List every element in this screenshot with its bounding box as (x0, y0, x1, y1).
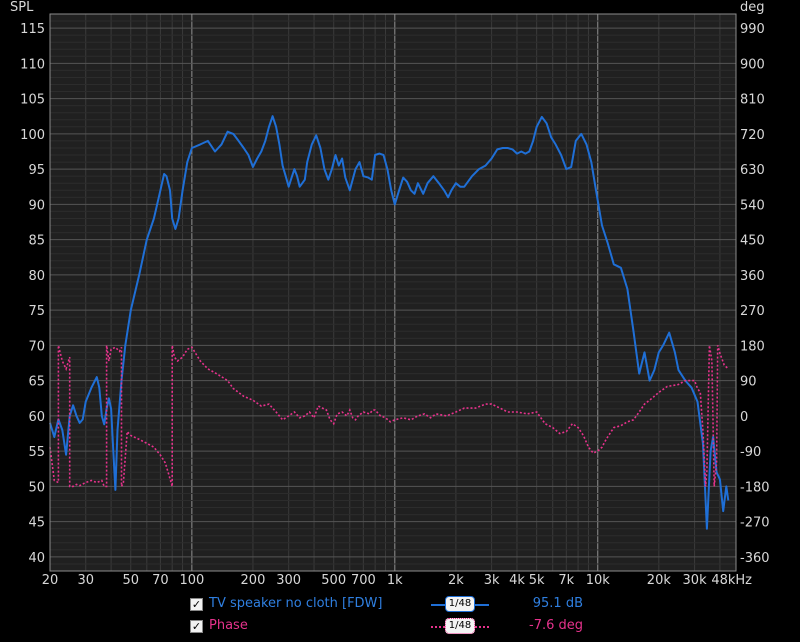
y-left-tick-label: 55 (28, 445, 45, 460)
spl-smoothing-control[interactable]: 1/48 (431, 596, 489, 612)
y-left-tick-label: 95 (28, 163, 45, 178)
x-tick-label: 30 (77, 573, 94, 588)
x-tick-label: 700 (351, 573, 376, 588)
x-tick-label: 48kHz (711, 573, 752, 588)
y-right-tick-label: 0 (740, 410, 748, 425)
legend-row-phase: ✓ Phase 1/48 -7.6 deg (188, 618, 788, 638)
y-left-tick-label: 70 (28, 339, 45, 354)
y-right-tick-label: 270 (740, 304, 765, 319)
phase-line-swatch-right (475, 626, 489, 628)
legend: ✓ TV speaker no cloth [FDW] 1/48 95.1 dB… (188, 596, 788, 638)
y-left-tick-label: 115 (20, 22, 45, 37)
phase-smoothing-numerator: 1 (448, 620, 456, 631)
x-tick-label: 4k (509, 573, 525, 588)
spl-smoothing-numerator: 1 (448, 598, 456, 609)
x-tick-label: 10k (586, 573, 611, 588)
left-axis-unit: SPL (10, 0, 34, 15)
x-tick-label: 2k (448, 573, 464, 588)
y-right-tick-label: 360 (740, 269, 765, 284)
legend-row-spl: ✓ TV speaker no cloth [FDW] 1/48 95.1 dB (188, 596, 788, 616)
y-right-tick-label: 450 (740, 234, 765, 249)
y-right-tick-label: 900 (740, 57, 765, 72)
phase-cursor-value: -7.6 deg (529, 618, 583, 633)
y-left-tick-label: 45 (28, 516, 45, 531)
y-left-tick-label: 65 (28, 375, 45, 390)
phase-smoothing-control[interactable]: 1/48 (431, 618, 489, 634)
y-left-tick-label: 60 (28, 410, 45, 425)
y-left-tick-label: 40 (28, 551, 45, 566)
phase-visibility-checkbox[interactable]: ✓ (190, 620, 203, 633)
x-tick-label: 20 (42, 573, 59, 588)
y-left-tick-label: 100 (20, 128, 45, 143)
phase-line-swatch-left (431, 626, 445, 628)
phase-smoothing-denominator: 48 (458, 620, 472, 631)
x-tick-label: 7k (558, 573, 574, 588)
y-left-tick-label: 105 (20, 93, 45, 108)
y-right-tick-label: 720 (740, 128, 765, 143)
y-right-tick-label: -360 (740, 551, 770, 566)
phase-series-name[interactable]: Phase (209, 618, 248, 634)
x-tick-label: 300 (276, 573, 301, 588)
frequency-response-chart: 40 45 50 55 60 65 70 75 80 85 90 95 100 105 110 115 -360… (10, 0, 770, 588)
spl-series-name[interactable]: TV speaker no cloth [FDW] (209, 596, 383, 612)
spl-cursor-value: 95.1 dB (532, 596, 583, 611)
x-tick-label: 1k (387, 573, 403, 588)
y-right-tick-label: 90 (740, 375, 757, 390)
y-left-tick-label: 50 (28, 480, 45, 495)
x-tick-label: 30k (683, 573, 708, 588)
x-tick-label: 500 (321, 573, 346, 588)
plot-area (50, 14, 736, 571)
x-tick-label: 200 (241, 573, 266, 588)
y-right-tick-label: 540 (740, 198, 765, 213)
y-right-tick-label: -270 (740, 516, 770, 531)
y-left-tick-label: 90 (28, 198, 45, 213)
spl-visibility-checkbox[interactable]: ✓ (190, 598, 203, 611)
x-tick-label: 70 (152, 573, 169, 588)
y-left-tick-label: 75 (28, 304, 45, 319)
spl-smoothing-denominator: 48 (458, 598, 472, 609)
y-right-tick-label: 180 (740, 339, 765, 354)
spl-smoothing-button[interactable]: 1/48 (445, 596, 475, 612)
y-left-tick-label: 85 (28, 234, 45, 249)
y-left-tick-label: 110 (20, 57, 45, 72)
y-right-tick-label: -90 (740, 445, 761, 460)
x-tick-label: 100 (179, 573, 204, 588)
right-axis-unit: deg (740, 0, 765, 15)
spl-line-swatch-left (431, 604, 445, 606)
y-left-tick-label: 80 (28, 269, 45, 284)
spl-line-swatch-right (475, 604, 489, 606)
x-tick-label: 3k (484, 573, 500, 588)
y-right-tick-label: 990 (740, 22, 765, 37)
x-tick-label: 20k (647, 573, 672, 588)
x-tick-label: 5k (529, 573, 545, 588)
phase-smoothing-button[interactable]: 1/48 (445, 618, 475, 634)
y-right-tick-label: 630 (740, 163, 765, 178)
y-right-tick-label: -180 (740, 480, 770, 495)
y-right-tick-label: 810 (740, 93, 765, 108)
x-tick-label: 50 (122, 573, 139, 588)
